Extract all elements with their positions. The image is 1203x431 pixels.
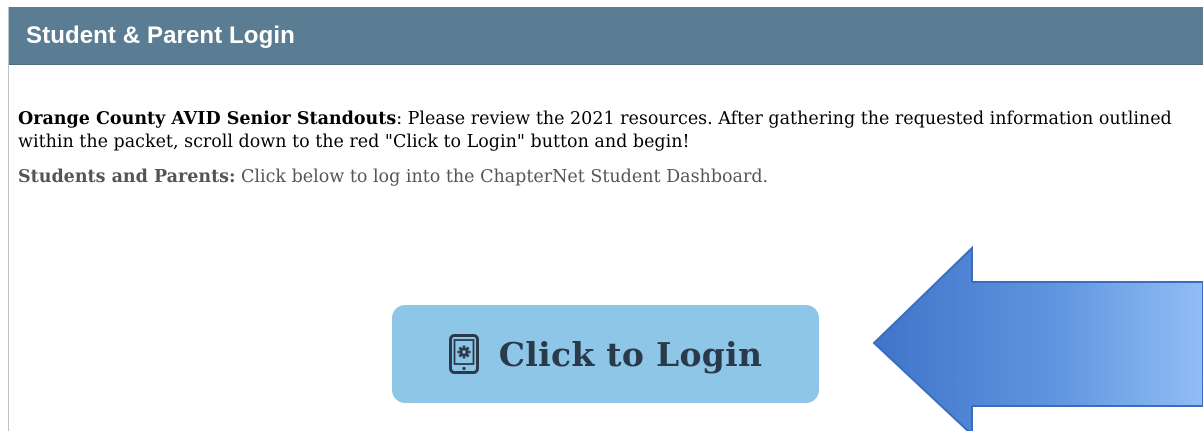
click-to-login-button[interactable]: Click to Login (392, 305, 819, 403)
panel-body: Orange County AVID Senior Standouts: Ple… (18, 108, 1188, 189)
sub-bold: Students and Parents: (18, 167, 236, 187)
sub-text: Click below to log into the ChapterNet S… (235, 167, 769, 187)
intro-paragraph: Orange County AVID Senior Standouts: Ple… (18, 108, 1188, 154)
arrow-left-icon (872, 246, 1203, 431)
panel-header: Student & Parent Login (9, 7, 1203, 65)
intro-bold: Orange County AVID Senior Standouts (18, 109, 397, 129)
sub-paragraph: Students and Parents: Click below to log… (18, 166, 1188, 189)
panel-title: Student & Parent Login (26, 21, 295, 49)
login-button-label: Click to Login (498, 334, 763, 374)
tablet-gear-icon (448, 334, 479, 374)
